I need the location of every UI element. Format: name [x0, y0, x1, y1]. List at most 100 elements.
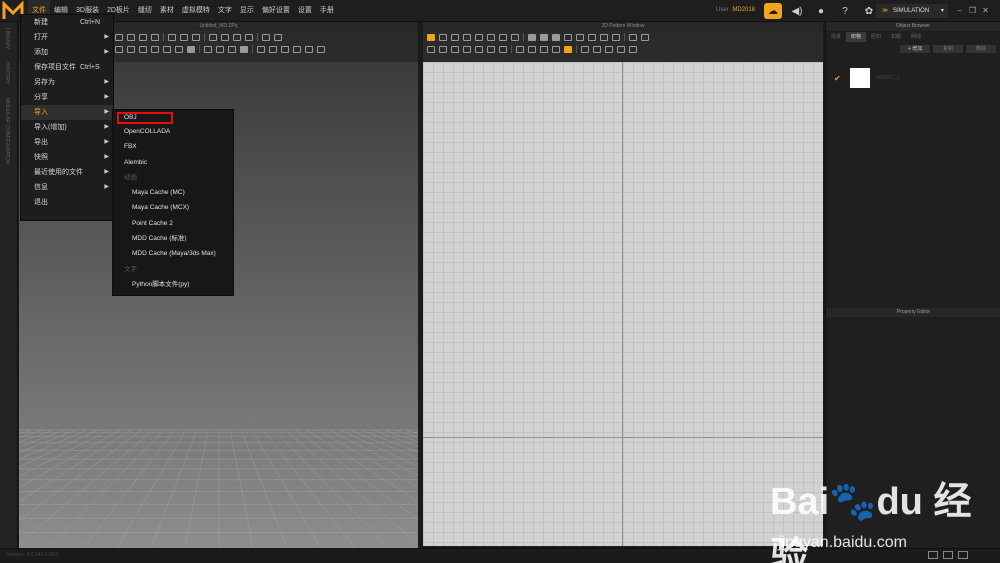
tool-icon[interactable]: [629, 33, 637, 41]
tool-icon[interactable]: [427, 33, 435, 41]
tool-icon[interactable]: [516, 45, 524, 53]
library-tab[interactable]: LIBRARY: [4, 28, 10, 49]
tool-icon[interactable]: [564, 45, 572, 53]
tool-icon[interactable]: [641, 33, 649, 41]
tool-icon[interactable]: [216, 45, 224, 53]
tool-icon[interactable]: [115, 33, 123, 41]
copy-button[interactable]: 复制: [933, 45, 963, 53]
import-fbx-item[interactable]: FBX: [113, 139, 233, 154]
menu-item-exit[interactable]: 退出: [21, 195, 113, 210]
tool-icon[interactable]: [293, 45, 301, 53]
tool-icon[interactable]: [588, 33, 596, 41]
menu-item-import-add[interactable]: 导入(增加) ▶: [21, 120, 113, 135]
add-button[interactable]: + 增加: [900, 45, 930, 53]
tool-icon[interactable]: [204, 45, 212, 53]
tool-icon[interactable]: [463, 33, 471, 41]
menu-material[interactable]: 素材: [156, 0, 178, 22]
menu-item-open[interactable]: 打开 ▶: [21, 30, 113, 45]
menu-sewing[interactable]: 缝纫: [134, 0, 156, 22]
import-point-cache-2-item[interactable]: Point Cache 2: [113, 216, 233, 231]
tool-icon[interactable]: [274, 33, 282, 41]
tool-icon[interactable]: [605, 45, 613, 53]
tool-icon[interactable]: [192, 33, 200, 41]
import-maya-cache-mc-item[interactable]: Maya Cache (MC): [113, 185, 233, 200]
cloud-icon[interactable]: ☁: [764, 3, 782, 19]
tool-icon[interactable]: [151, 33, 159, 41]
tool-icon[interactable]: [139, 33, 147, 41]
close-icon[interactable]: ✕: [980, 5, 991, 16]
tool-icon[interactable]: [187, 45, 195, 53]
tab-fabric[interactable]: 织物: [846, 32, 866, 42]
menu-item-recent-files[interactable]: 最近使用的文件 ▶: [21, 165, 113, 180]
help-icon[interactable]: ?: [836, 3, 854, 19]
tool-icon[interactable]: [499, 33, 507, 41]
tool-icon[interactable]: [463, 45, 471, 53]
menu-display[interactable]: 显示: [236, 0, 258, 22]
tool-icon[interactable]: [163, 45, 171, 53]
tool-icon[interactable]: [151, 45, 159, 53]
import-python-script-item[interactable]: Python脚本文件(py): [113, 277, 233, 292]
menu-item-info[interactable]: 信息 ▶: [21, 180, 113, 195]
menu-settings[interactable]: 设置: [294, 0, 316, 22]
tool-icon[interactable]: [576, 33, 584, 41]
tool-icon[interactable]: [564, 33, 572, 41]
menu-item-import[interactable]: 导入 ▶: [21, 105, 113, 120]
tool-icon[interactable]: [175, 45, 183, 53]
tab-topstitch[interactable]: 明线: [906, 32, 926, 42]
tool-icon[interactable]: [427, 45, 435, 53]
tool-icon[interactable]: [617, 45, 625, 53]
tool-icon[interactable]: [593, 45, 601, 53]
tool-icon[interactable]: [581, 45, 589, 53]
tool-icon[interactable]: [221, 33, 229, 41]
menu-manual[interactable]: 手册: [316, 0, 338, 22]
tool-icon[interactable]: [475, 45, 483, 53]
menu-item-save-project[interactable]: 保存项目文件 Ctrl+S: [21, 60, 113, 75]
tool-icon[interactable]: [528, 33, 536, 41]
tool-icon[interactable]: [475, 33, 483, 41]
import-mdd-cache-standard-item[interactable]: MDD Cache (标准): [113, 231, 233, 246]
tool-icon[interactable]: [228, 45, 236, 53]
tool-icon[interactable]: [240, 45, 248, 53]
history-tab[interactable]: HISTORY: [4, 62, 10, 84]
tool-icon[interactable]: [127, 45, 135, 53]
tab-button[interactable]: 纽扣: [866, 32, 886, 42]
menu-text[interactable]: 文字: [214, 0, 236, 22]
tool-icon[interactable]: [499, 45, 507, 53]
menu-item-share[interactable]: 分享 ▶: [21, 90, 113, 105]
tool-icon[interactable]: [439, 45, 447, 53]
tool-icon[interactable]: [612, 33, 620, 41]
menu-avatar[interactable]: 虚拟模特: [178, 0, 214, 22]
import-opencollada-item[interactable]: OpenCOLLADA: [113, 124, 233, 139]
fabric-list-item[interactable]: ✔ FABRIC_1: [834, 68, 900, 88]
import-mdd-cache-maya-item[interactable]: MDD Cache (Maya/3ds Max): [113, 246, 233, 261]
menu-item-add[interactable]: 添加 ▶: [21, 45, 113, 60]
tool-icon[interactable]: [451, 45, 459, 53]
minimize-icon[interactable]: –: [954, 5, 965, 16]
import-maya-cache-mcx-item[interactable]: Maya Cache (MCX): [113, 200, 233, 215]
menu-preferences[interactable]: 偏好设置: [258, 0, 294, 22]
tool-icon[interactable]: [262, 33, 270, 41]
tool-icon[interactable]: [180, 33, 188, 41]
tool-icon[interactable]: [245, 33, 253, 41]
tool-icon[interactable]: [281, 45, 289, 53]
tool-icon[interactable]: [439, 33, 447, 41]
tool-icon[interactable]: [552, 33, 560, 41]
modular-configurator-tab[interactable]: MODULAR CONFIGURATOR: [4, 98, 10, 164]
tool-icon[interactable]: [451, 33, 459, 41]
speaker-icon[interactable]: ◀): [788, 3, 806, 19]
tool-icon[interactable]: [540, 45, 548, 53]
menu-item-save-as[interactable]: 另存为 ▶: [21, 75, 113, 90]
tool-icon[interactable]: [168, 33, 176, 41]
tool-icon[interactable]: [233, 33, 241, 41]
tool-icon[interactable]: [540, 33, 548, 41]
menu-item-export[interactable]: 导出 ▶: [21, 135, 113, 150]
simulation-button[interactable]: ≫ SIMULATION ▾: [876, 4, 948, 18]
tab-scene[interactable]: 场景: [826, 32, 846, 42]
tool-icon[interactable]: [317, 45, 325, 53]
import-obj-item[interactable]: OBJ: [117, 112, 173, 124]
tool-icon[interactable]: [127, 33, 135, 41]
tool-icon[interactable]: [629, 45, 637, 53]
tool-icon[interactable]: [511, 33, 519, 41]
tool-icon[interactable]: [487, 45, 495, 53]
delete-button[interactable]: 删除: [966, 45, 996, 53]
